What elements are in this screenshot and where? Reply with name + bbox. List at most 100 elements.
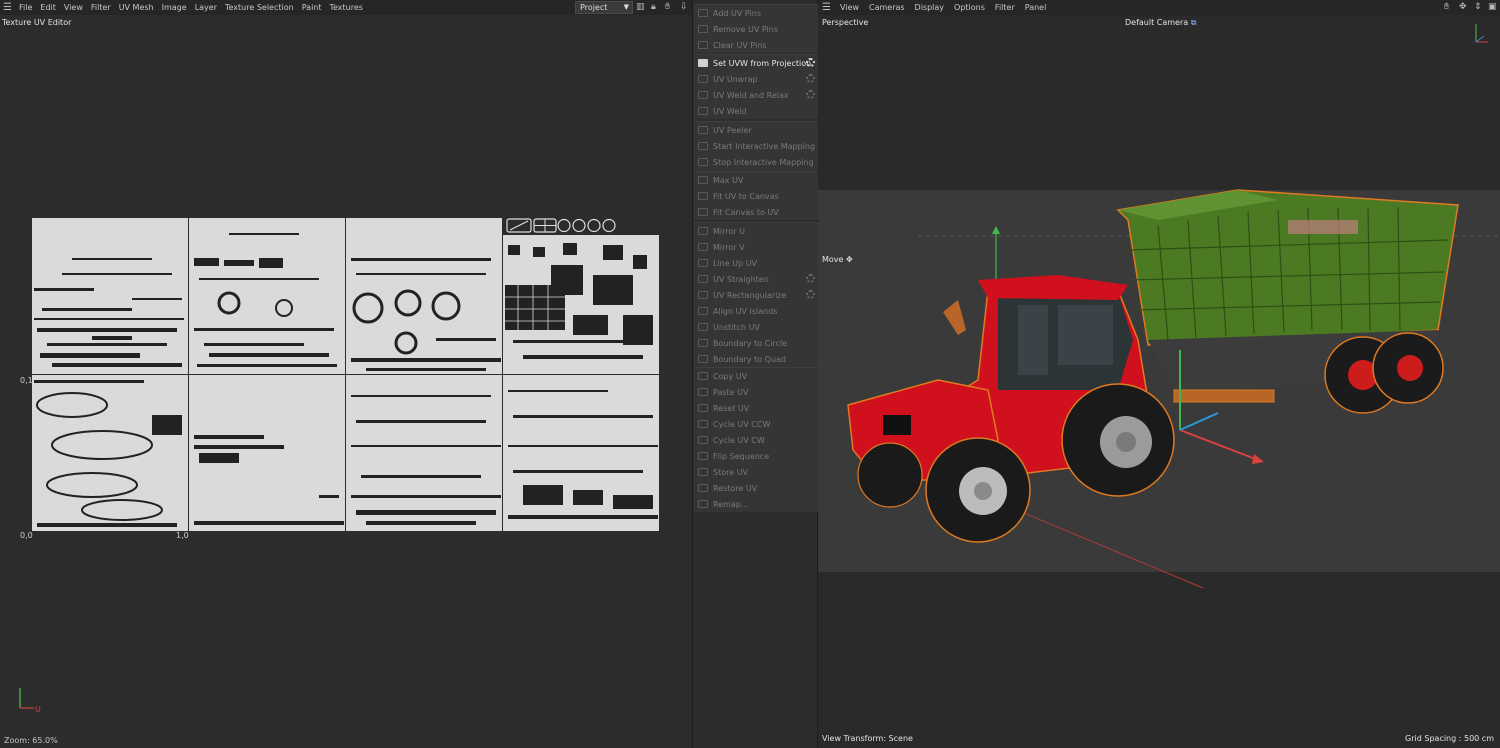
uv-tile-toolbar[interactable] [506, 218, 622, 234]
axis-orientation-gizmo [1475, 24, 1488, 43]
menu-view[interactable]: View [840, 3, 859, 12]
command-restore-uv[interactable]: Restore UV [694, 480, 818, 496]
command-flip-sequence[interactable]: Flip Sequence [694, 448, 818, 464]
command-icon [698, 259, 708, 267]
command-label: UV Weld and Relax [713, 90, 789, 100]
command-boundary-to-circle[interactable]: Boundary to Circle [694, 335, 818, 351]
command-label: Line Up UV [713, 258, 758, 268]
command-stop-interactive-mapping[interactable]: Stop Interactive Mapping [694, 154, 818, 170]
command-icon [698, 323, 708, 331]
command-group: Copy UV Paste UV Reset UV Cycle UV CCW Cycle… [694, 367, 818, 512]
menu-uv-mesh[interactable]: UV Mesh [119, 3, 154, 12]
hand-pan-icon[interactable]: ✋︎ [1444, 2, 1449, 12]
menu-cameras[interactable]: Cameras [869, 3, 905, 12]
command-cycle-uv-ccw[interactable]: Cycle UV CCW [694, 416, 818, 432]
histogram-icon[interactable]: ▥ [636, 2, 645, 12]
command-remove-uv-pins[interactable]: Remove UV Pins [694, 21, 818, 37]
red-tractor [847, 275, 1175, 543]
command-paste-uv[interactable]: Paste UV [694, 384, 818, 400]
command-label: Max UV [713, 175, 744, 185]
command-icon [698, 41, 708, 49]
command-icon [698, 291, 708, 299]
menu-edit[interactable]: Edit [40, 3, 56, 12]
command-reset-uv[interactable]: Reset UV [694, 400, 818, 416]
menu-panel[interactable]: Panel [1025, 3, 1047, 12]
command-uv-rectangularize[interactable]: UV Rectangularize [694, 287, 818, 303]
command-icon [698, 484, 708, 492]
menu-options[interactable]: Options [954, 3, 985, 12]
view-mode-label: Perspective [822, 18, 869, 27]
hamburger-menu-icon[interactable]: ☰ [3, 2, 15, 13]
menu-texture-selection[interactable]: Texture Selection [225, 3, 294, 12]
gear-icon[interactable] [806, 58, 815, 67]
texture-uv-editor-panel: ☰ File Edit View Filter UV Mesh Image La… [0, 0, 692, 748]
command-icon [698, 339, 708, 347]
command-line-up-uv[interactable]: Line Up UV [694, 255, 818, 271]
hand-pan-icon[interactable]: ✋︎ [665, 2, 670, 12]
command-start-interactive-mapping[interactable]: Start Interactive Mapping [694, 138, 818, 154]
gear-icon[interactable] [806, 90, 815, 99]
chevron-down-icon: ▼ [623, 3, 629, 11]
command-mirror-v[interactable]: Mirror V [694, 239, 818, 255]
menu-display[interactable]: Display [915, 3, 945, 12]
command-boundary-to-quad[interactable]: Boundary to Quad [694, 351, 818, 367]
command-uv-weld[interactable]: UV Weld [694, 103, 818, 119]
command-group: Add UV Pins Remove UV Pins Clear UV Pins [694, 4, 818, 53]
menu-layer[interactable]: Layer [195, 3, 217, 12]
command-uv-weld-and-relax[interactable]: UV Weld and Relax [694, 87, 818, 103]
command-uv-unwrap[interactable]: UV Unwrap [694, 71, 818, 87]
menu-image[interactable]: Image [162, 3, 187, 12]
maximize-icon[interactable]: ▣ [1488, 2, 1497, 12]
zoom-icon[interactable]: ⇕ [1474, 2, 1482, 12]
gear-icon[interactable] [806, 290, 815, 299]
menu-file[interactable]: File [19, 3, 32, 12]
command-store-uv[interactable]: Store UV [694, 464, 818, 480]
command-icon [698, 372, 708, 380]
command-set-uvw-from-projection[interactable]: Set UVW from Projection [694, 55, 818, 71]
command-label: Fit UV to Canvas [713, 191, 779, 201]
gear-icon[interactable] [806, 74, 815, 83]
active-camera-label[interactable]: Default Camera ⧉ [1125, 18, 1196, 28]
menu-paint[interactable]: Paint [302, 3, 322, 12]
hamburger-menu-icon[interactable]: ☰ [822, 2, 834, 13]
menu-filter[interactable]: Filter [995, 3, 1015, 12]
command-label: Flip Sequence [713, 451, 770, 461]
command-mirror-u[interactable]: Mirror U [694, 223, 818, 239]
command-icon [698, 404, 708, 412]
command-icon [698, 192, 708, 200]
command-max-uv[interactable]: Max UV [694, 172, 818, 188]
command-icon [698, 75, 708, 83]
command-clear-uv-pins[interactable]: Clear UV Pins [694, 37, 818, 53]
command-uv-peeler[interactable]: UV Peeler [694, 122, 818, 138]
lock-icon[interactable]: 🔒︎ [651, 2, 656, 12]
project-dropdown[interactable]: Project ▼ [575, 1, 633, 14]
command-align-uv-islands[interactable]: Align UV Islands [694, 303, 818, 319]
arrow-down-icon[interactable]: ⇩ [680, 2, 688, 12]
3d-viewport[interactable]: ☰ View Cameras Display Options Filter Pa… [818, 0, 1500, 748]
command-uv-straighten[interactable]: UV Straighten [694, 271, 818, 287]
command-label: Set UVW from Projection [713, 58, 812, 68]
command-fit-canvas-to-uv[interactable]: Fit Canvas to UV [694, 204, 818, 220]
view-transform-label: View Transform: Scene [822, 734, 913, 743]
command-remap[interactable]: Remap... [694, 496, 818, 512]
menu-textures[interactable]: Textures [330, 3, 363, 12]
command-copy-uv[interactable]: Copy UV [694, 368, 818, 384]
command-label: UV Rectangularize [713, 290, 787, 300]
command-icon [698, 436, 708, 444]
command-label: Boundary to Quad [713, 354, 786, 364]
command-fit-uv-to-canvas[interactable]: Fit UV to Canvas [694, 188, 818, 204]
command-unstitch-uv[interactable]: Unstitch UV [694, 319, 818, 335]
u-axis-label: U [35, 705, 41, 714]
command-icon [698, 59, 708, 67]
orbit-icon[interactable]: ✥ [1459, 2, 1467, 12]
command-label: Clear UV Pins [713, 40, 767, 50]
command-cycle-uv-cw[interactable]: Cycle UV CW [694, 432, 818, 448]
command-label: Remove UV Pins [713, 24, 778, 34]
menu-view[interactable]: View [64, 3, 83, 12]
uv-tile [32, 375, 188, 531]
menu-filter[interactable]: Filter [91, 3, 111, 12]
command-icon [698, 275, 708, 283]
scene-render[interactable] [818, 180, 1500, 600]
command-add-uv-pins[interactable]: Add UV Pins [694, 5, 818, 21]
gear-icon[interactable] [806, 274, 815, 283]
